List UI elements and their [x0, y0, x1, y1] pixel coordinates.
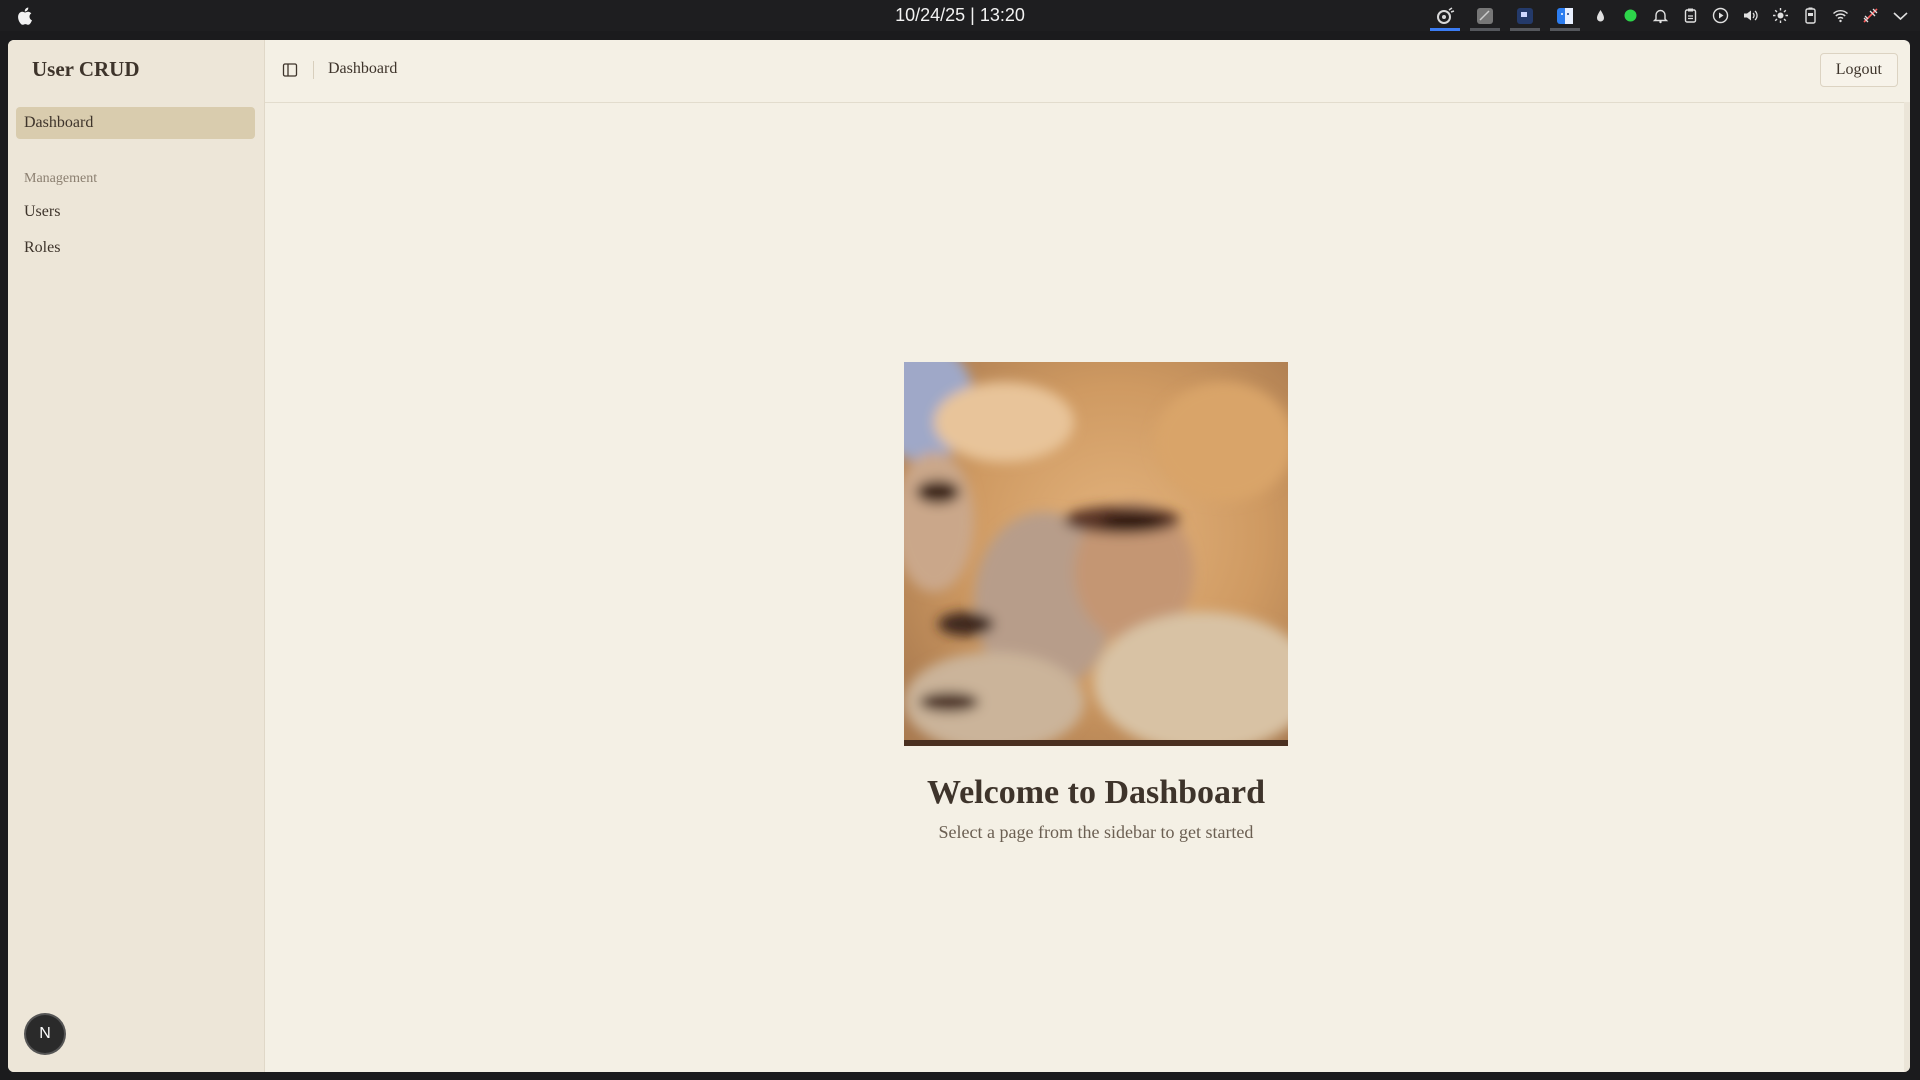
cat-image: [904, 362, 1288, 746]
camera-icon: [1437, 6, 1455, 24]
sidebar-section-management: Management: [24, 171, 98, 186]
tray-app-camera[interactable]: [1428, 0, 1462, 31]
tray-app-notes[interactable]: [1468, 0, 1502, 31]
bell-icon[interactable]: [1648, 0, 1672, 31]
sidebar-item-dashboard[interactable]: Dashboard: [16, 107, 255, 139]
play-icon[interactable]: [1708, 0, 1732, 31]
page-title: Welcome to Dashboard: [926, 774, 1266, 811]
cat-photo-icon: [904, 362, 1288, 746]
app-brand[interactable]: User CRUD: [32, 57, 140, 82]
sidebar-item-users[interactable]: Users: [16, 196, 255, 228]
battery-icon[interactable]: [1798, 0, 1822, 31]
network-off-icon[interactable]: [1858, 0, 1882, 31]
finder-icon: [1557, 7, 1573, 24]
main-area: Dashboard Logout Welcome to Dashboard Se…: [265, 40, 1910, 1072]
sidebar: User CRUD Dashboard Management Users Rol…: [8, 40, 265, 1072]
tray-app-terminal[interactable]: [1508, 0, 1542, 31]
status-dot-icon[interactable]: [1618, 0, 1642, 31]
page-subtitle: Select a page from the sidebar to get st…: [938, 822, 1254, 842]
wifi-icon[interactable]: [1828, 0, 1852, 31]
dashboard-welcome: Welcome to Dashboard Select a page from …: [265, 40, 1910, 1072]
brightness-icon[interactable]: [1768, 0, 1792, 31]
clipboard-icon[interactable]: [1678, 0, 1702, 31]
avatar[interactable]: N: [26, 1015, 64, 1053]
apple-icon[interactable]: [16, 6, 34, 26]
volume-icon[interactable]: [1738, 0, 1762, 31]
chevron-down-icon[interactable]: [1888, 0, 1912, 31]
terminal-app-icon: [1517, 7, 1533, 24]
sidebar-item-roles[interactable]: Roles: [16, 232, 255, 264]
scrollbar[interactable]: [1904, 102, 1910, 1072]
drop-icon[interactable]: [1588, 0, 1612, 31]
tray-app-finder[interactable]: [1548, 0, 1582, 31]
browser-window: User CRUD Dashboard Management Users Rol…: [8, 40, 1910, 1072]
menubar-tray: [1428, 0, 1912, 31]
notes-app-icon: [1477, 7, 1493, 24]
system-menubar: 10/24/25 | 13:20: [0, 0, 1920, 31]
